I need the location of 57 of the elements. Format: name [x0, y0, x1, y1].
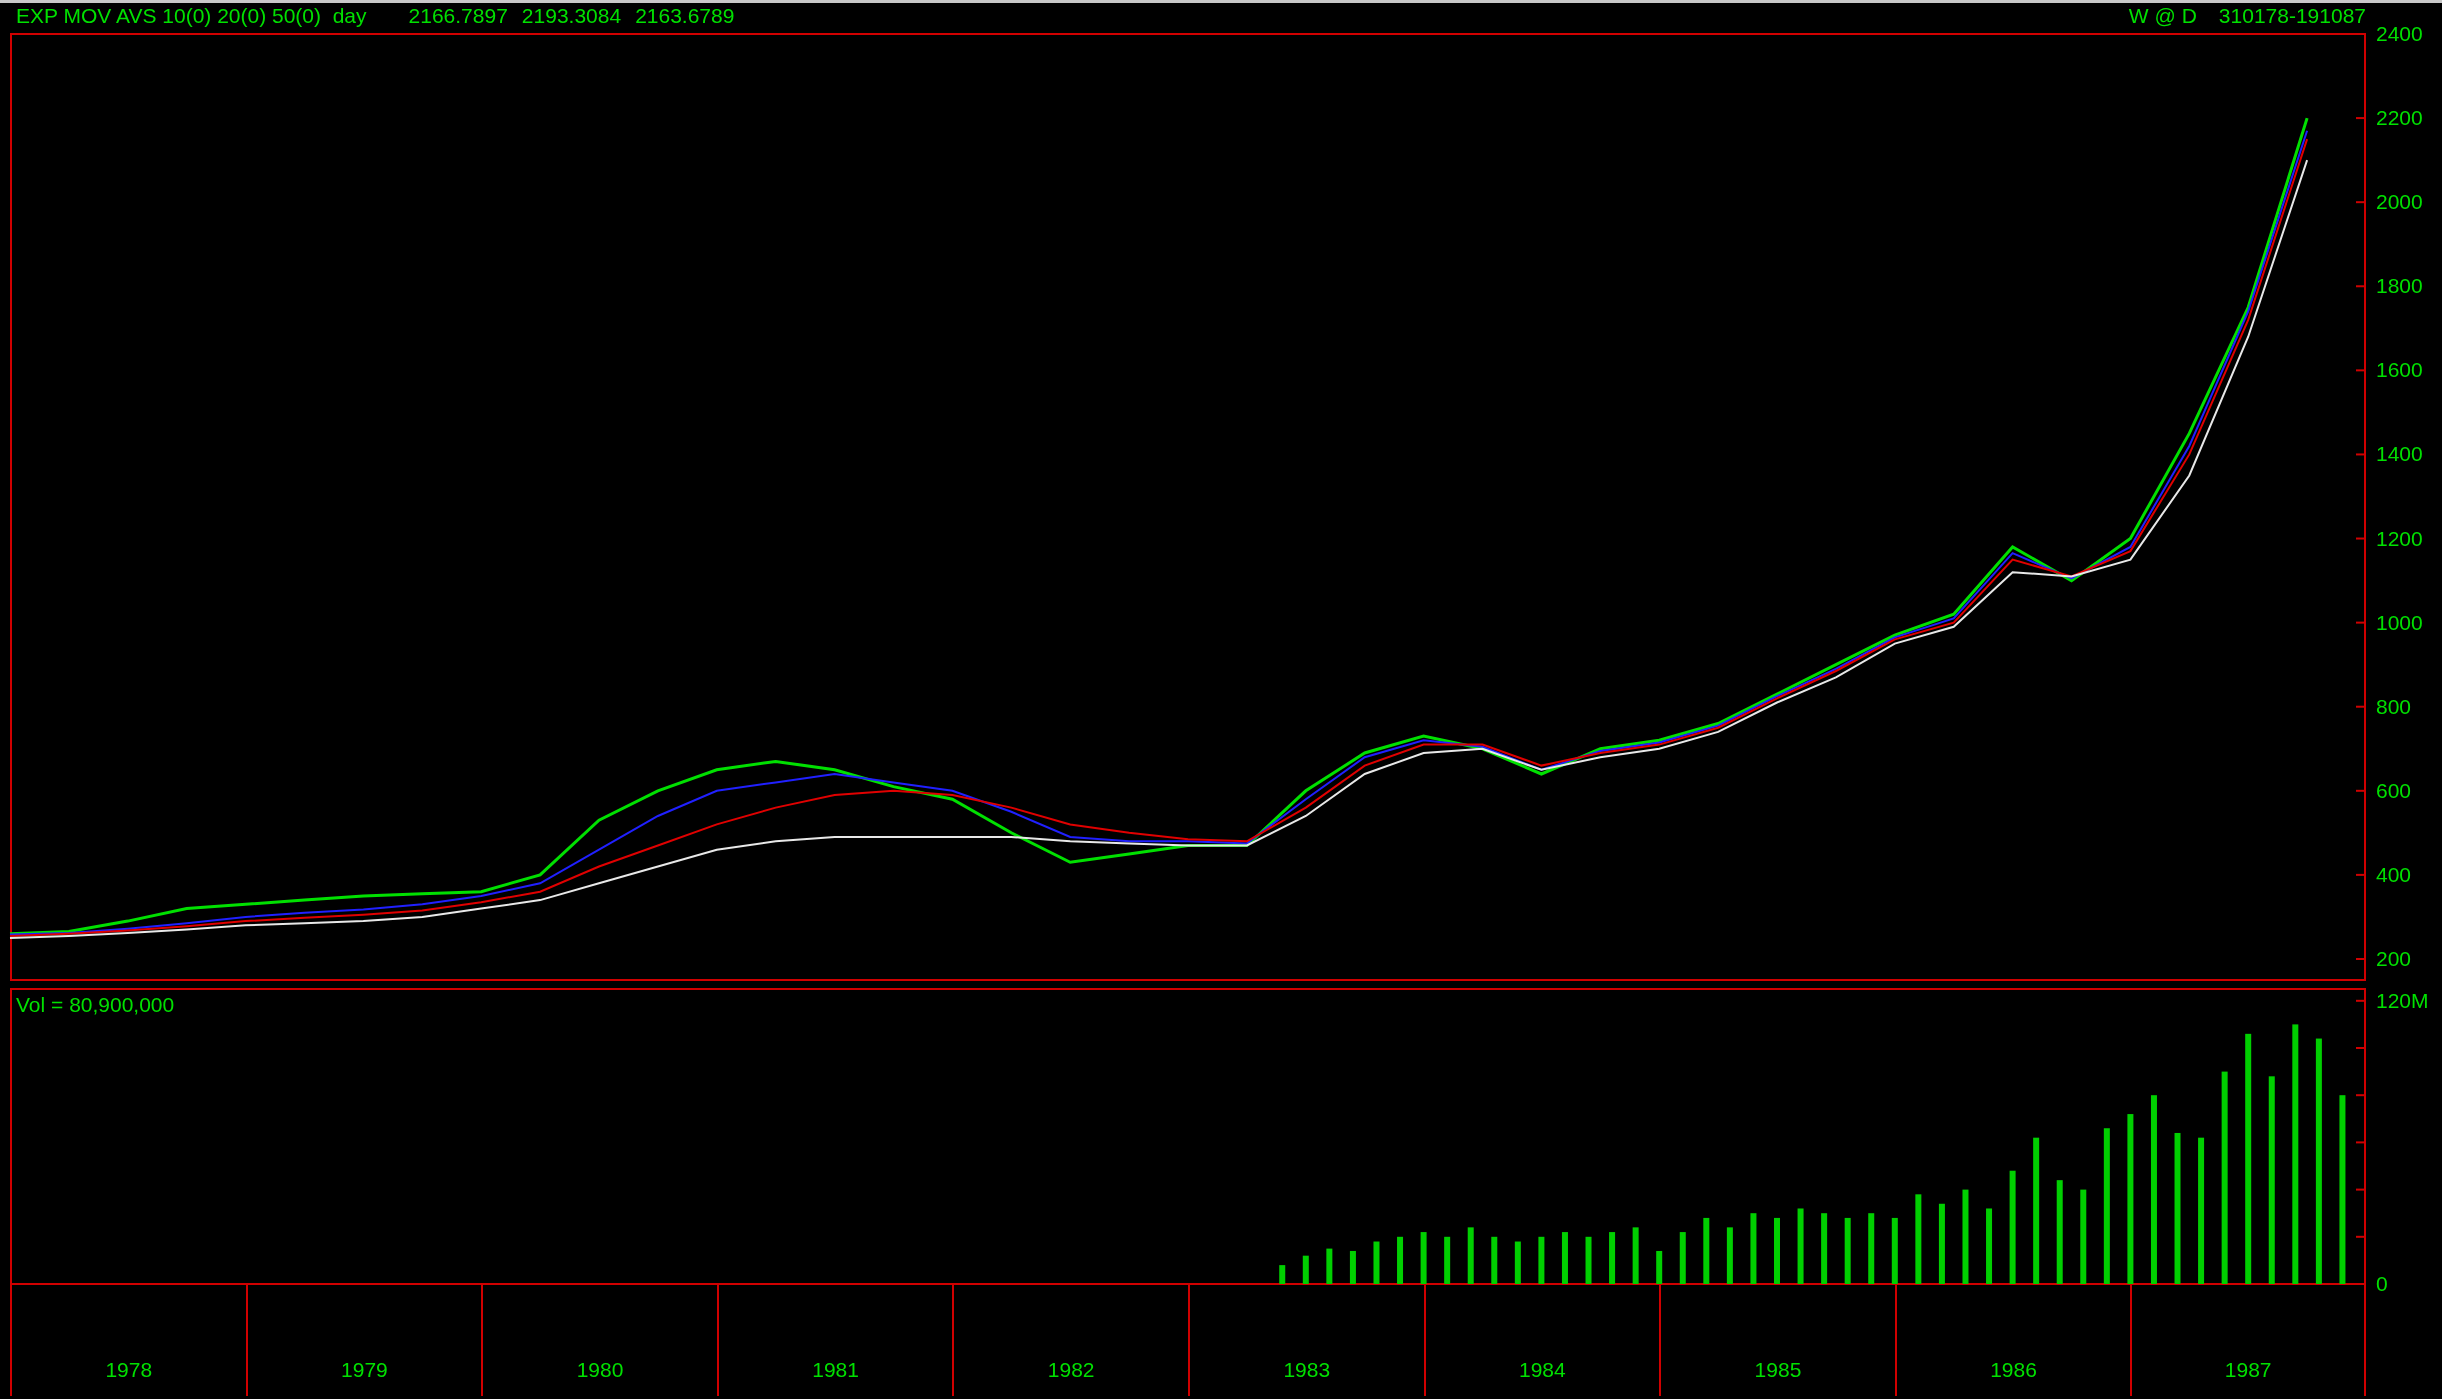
price-reading: 2166.7897	[408, 3, 508, 28]
volume-bar	[1561, 1232, 1568, 1284]
axis-label: 1600	[2376, 358, 2423, 382]
axis-label: 400	[2376, 862, 2412, 886]
axis-label: 200	[2376, 947, 2412, 970]
axis-label: 0	[2376, 1272, 2388, 1295]
volume-bar	[1726, 1227, 1733, 1284]
axis-label: 2200	[2376, 106, 2423, 130]
year-label: 1981	[812, 1358, 859, 1382]
volume-label: Vol = 80,900,000	[16, 993, 175, 1016]
volume-bar	[1373, 1241, 1380, 1284]
volume-bar	[1891, 1217, 1898, 1284]
volume-bar	[1538, 1236, 1545, 1284]
axis-label: 800	[2376, 694, 2412, 718]
price-reading: 2193.3084	[521, 3, 622, 28]
volume-bar	[1397, 1236, 1404, 1284]
volume-bar	[1444, 1236, 1451, 1284]
axis-label: 120M	[2376, 988, 2429, 1012]
axis-label: 1000	[2376, 610, 2423, 634]
volume-bar	[1821, 1213, 1828, 1284]
volume-bar	[1609, 1232, 1616, 1284]
axis-label: 2400	[2376, 22, 2423, 45]
year-label: 1979	[341, 1358, 388, 1382]
volume-bar	[1774, 1217, 1780, 1284]
axis-label: 600	[2376, 778, 2412, 802]
year-label: 1984	[1519, 1358, 1566, 1382]
axis-label: 2000	[2376, 190, 2423, 214]
year-label: 1980	[576, 1358, 624, 1382]
volume-bar	[1632, 1227, 1639, 1284]
volume-bar	[1302, 1255, 1309, 1284]
volume-bar	[1750, 1213, 1757, 1284]
axis-label: 1800	[2376, 274, 2423, 298]
year-label: 1983	[1283, 1358, 1331, 1382]
volume-bar	[1703, 1217, 1710, 1284]
volume-bar	[1868, 1213, 1875, 1284]
period-label: W @ D	[2128, 3, 2197, 28]
volume-bar	[1844, 1217, 1851, 1284]
year-label: 1978	[105, 1358, 153, 1382]
volume-bar	[1326, 1248, 1333, 1284]
year-label: 1987	[2224, 1358, 2272, 1382]
axis-label: 1400	[2376, 442, 2423, 466]
volume-bar	[1279, 1265, 1286, 1284]
volume-bar	[1349, 1250, 1356, 1284]
date-range: 310178-191087	[2218, 3, 2366, 28]
study-label: EXP MOV AVS 10(0) 20(0) 50(0) day	[16, 3, 367, 28]
volume-bar	[1420, 1232, 1427, 1284]
year-label: 1982	[1047, 1358, 1095, 1382]
volume-bar	[1491, 1236, 1498, 1284]
volume-bar	[1656, 1250, 1663, 1284]
volume-bar	[1585, 1236, 1592, 1284]
price-reading: 2163.6789	[635, 3, 735, 28]
axis-label: 1200	[2376, 526, 2423, 550]
volume-bar	[1467, 1227, 1474, 1284]
volume-bar	[1514, 1241, 1521, 1284]
volume-bar	[1679, 1232, 1686, 1284]
year-label: 1985	[1754, 1358, 1802, 1382]
year-label: 1986	[1990, 1358, 2037, 1382]
